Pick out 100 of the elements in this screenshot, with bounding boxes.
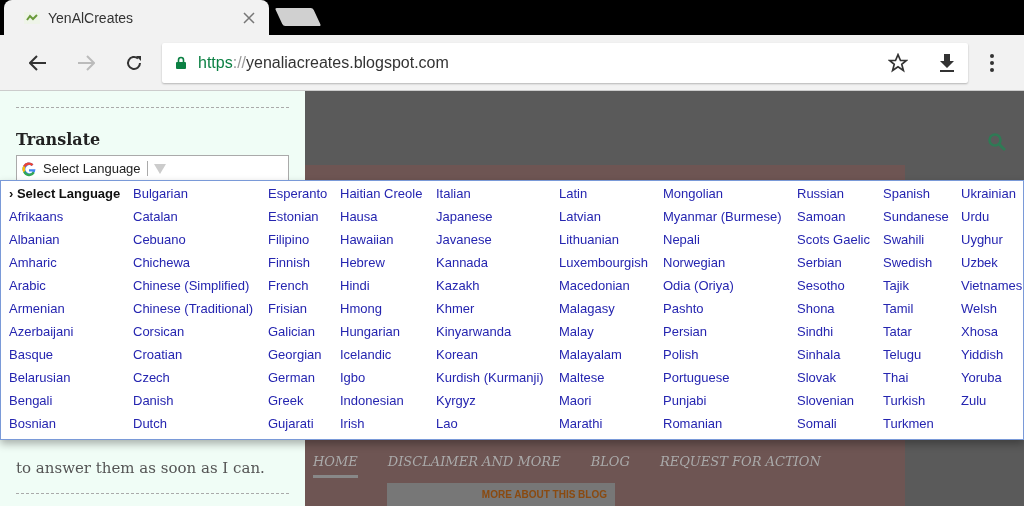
language-option[interactable]: Serbian <box>797 255 883 278</box>
language-option[interactable]: Lao <box>436 416 559 439</box>
language-option[interactable]: Norwegian <box>663 255 797 278</box>
language-option[interactable]: Odia (Oriya) <box>663 278 797 301</box>
language-option[interactable]: Irish <box>340 416 436 439</box>
language-option[interactable]: Chichewa <box>133 255 268 278</box>
language-option[interactable]: Nepali <box>663 232 797 255</box>
language-option[interactable]: Azerbaijani <box>9 324 133 347</box>
language-option[interactable]: Ukrainian <box>961 186 1023 209</box>
language-option[interactable]: Kazakh <box>436 278 559 301</box>
language-option[interactable]: Myanmar (Burmese) <box>663 209 797 232</box>
language-option[interactable]: Latin <box>559 186 663 209</box>
language-option[interactable]: Shona <box>797 301 883 324</box>
language-option[interactable]: Xhosa <box>961 324 1023 347</box>
star-icon[interactable] <box>888 52 908 73</box>
language-option[interactable]: Sinhala <box>797 347 883 370</box>
language-option[interactable]: Greek <box>268 393 340 416</box>
language-option[interactable]: Scots Gaelic <box>797 232 883 255</box>
language-option[interactable]: Hindi <box>340 278 436 301</box>
language-option[interactable]: Hmong <box>340 301 436 324</box>
language-option[interactable]: Danish <box>133 393 268 416</box>
language-option[interactable]: Hausa <box>340 209 436 232</box>
language-option[interactable]: French <box>268 278 340 301</box>
language-option[interactable]: Turkmen <box>883 416 961 439</box>
language-option[interactable]: Somali <box>797 416 883 439</box>
language-option[interactable]: Sindhi <box>797 324 883 347</box>
language-option[interactable]: Hawaiian <box>340 232 436 255</box>
language-option[interactable]: Uyghur <box>961 232 1023 255</box>
language-option[interactable]: Slovenian <box>797 393 883 416</box>
language-option[interactable]: Gujarati <box>268 416 340 439</box>
language-option[interactable]: Yiddish <box>961 347 1023 370</box>
reload-icon[interactable] <box>125 53 143 72</box>
language-option[interactable]: Amharic <box>9 255 133 278</box>
language-option[interactable]: Urdu <box>961 209 1023 232</box>
language-option[interactable]: Marathi <box>559 416 663 439</box>
language-option[interactable]: Filipino <box>268 232 340 255</box>
language-option[interactable]: Hebrew <box>340 255 436 278</box>
language-option[interactable]: Zulu <box>961 393 1023 416</box>
language-option[interactable]: Kyrgyz <box>436 393 559 416</box>
language-option[interactable]: Basque <box>9 347 133 370</box>
menu-icon[interactable] <box>990 53 994 72</box>
language-option[interactable]: Afrikaans <box>9 209 133 232</box>
language-option[interactable]: Mongolian <box>663 186 797 209</box>
language-option[interactable]: Portuguese <box>663 370 797 393</box>
language-option[interactable]: › Select Language <box>9 186 133 209</box>
language-option[interactable]: Corsican <box>133 324 268 347</box>
language-option[interactable]: Khmer <box>436 301 559 324</box>
language-option[interactable]: Russian <box>797 186 883 209</box>
language-option[interactable]: Latvian <box>559 209 663 232</box>
language-option[interactable]: Uzbek <box>961 255 1023 278</box>
language-option[interactable]: Indonesian <box>340 393 436 416</box>
language-option[interactable]: Finnish <box>268 255 340 278</box>
language-option[interactable]: Tamil <box>883 301 961 324</box>
language-option[interactable]: Kurdish (Kurmanji) <box>436 370 559 393</box>
language-option[interactable]: Slovak <box>797 370 883 393</box>
language-option[interactable]: Hungarian <box>340 324 436 347</box>
language-option[interactable]: Sundanese <box>883 209 961 232</box>
language-option[interactable]: Czech <box>133 370 268 393</box>
language-option[interactable]: Catalan <box>133 209 268 232</box>
browser-tab[interactable]: YenAlCreates <box>4 0 269 35</box>
language-option[interactable]: Javanese <box>436 232 559 255</box>
language-option[interactable]: German <box>268 370 340 393</box>
language-select[interactable]: Select Language <box>16 155 289 182</box>
language-option[interactable]: Estonian <box>268 209 340 232</box>
language-option[interactable]: Luxembourgish <box>559 255 663 278</box>
language-option[interactable]: Kinyarwanda <box>436 324 559 347</box>
close-icon[interactable] <box>243 11 255 24</box>
language-option[interactable]: Italian <box>436 186 559 209</box>
language-option[interactable]: Chinese (Traditional) <box>133 301 268 324</box>
language-option[interactable]: Tatar <box>883 324 961 347</box>
language-option[interactable]: Georgian <box>268 347 340 370</box>
language-option[interactable]: Kannada <box>436 255 559 278</box>
download-icon[interactable] <box>938 52 956 73</box>
language-option[interactable]: Belarusian <box>9 370 133 393</box>
language-option[interactable]: Yoruba <box>961 370 1023 393</box>
language-option[interactable]: Dutch <box>133 416 268 439</box>
language-option[interactable]: Bulgarian <box>133 186 268 209</box>
language-option[interactable]: Cebuano <box>133 232 268 255</box>
language-option[interactable]: Malayalam <box>559 347 663 370</box>
language-option[interactable]: Chinese (Simplified) <box>133 278 268 301</box>
language-option[interactable]: Thai <box>883 370 961 393</box>
language-option[interactable]: Polish <box>663 347 797 370</box>
language-option[interactable]: Pashto <box>663 301 797 324</box>
language-option[interactable]: Maltese <box>559 370 663 393</box>
language-option[interactable]: Malay <box>559 324 663 347</box>
language-option[interactable]: Swahili <box>883 232 961 255</box>
back-icon[interactable] <box>29 54 47 71</box>
language-option[interactable]: Albanian <box>9 232 133 255</box>
language-option[interactable]: Arabic <box>9 278 133 301</box>
language-option[interactable]: Persian <box>663 324 797 347</box>
language-option[interactable]: Romanian <box>663 416 797 439</box>
language-option[interactable]: Telugu <box>883 347 961 370</box>
language-option[interactable]: Galician <box>268 324 340 347</box>
language-option[interactable]: Sesotho <box>797 278 883 301</box>
language-option[interactable]: Armenian <box>9 301 133 324</box>
language-option[interactable]: Lithuanian <box>559 232 663 255</box>
language-option[interactable]: Esperanto <box>268 186 340 209</box>
language-option[interactable]: Macedonian <box>559 278 663 301</box>
language-option[interactable]: Bosnian <box>9 416 133 439</box>
language-option[interactable]: Japanese <box>436 209 559 232</box>
